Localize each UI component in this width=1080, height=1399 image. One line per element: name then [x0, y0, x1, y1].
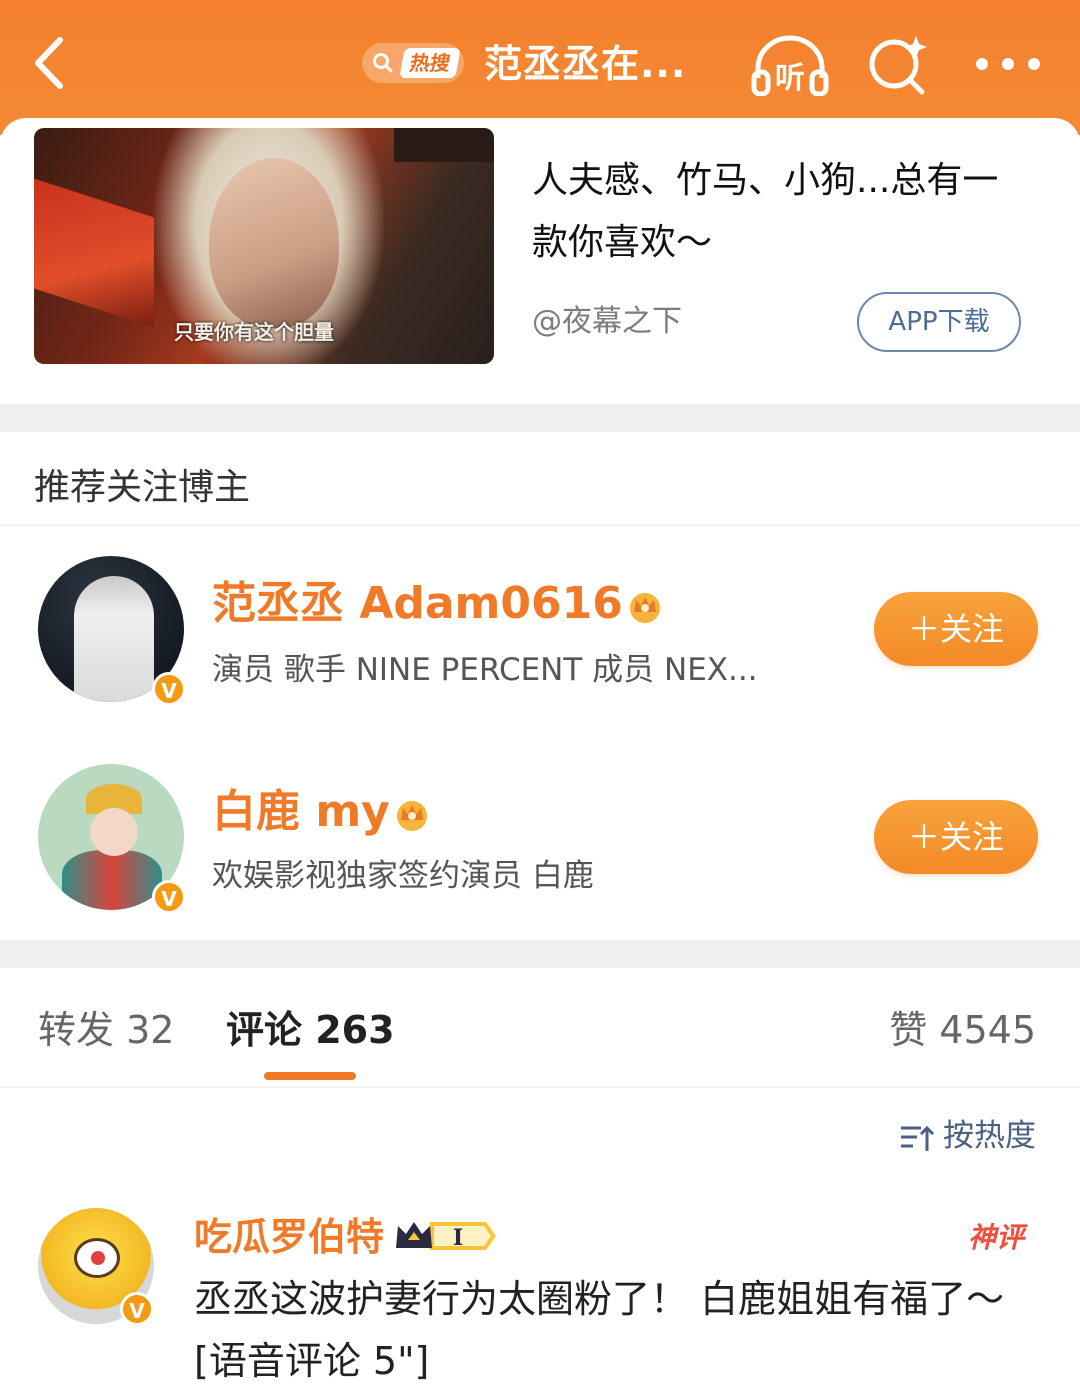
- commenter-name[interactable]: 吃瓜罗伯特: [194, 1212, 384, 1262]
- user-name-text: 白鹿 my: [212, 786, 390, 837]
- user-name[interactable]: 范丞丞 Adam0616: [212, 576, 665, 632]
- featured-comment-tag: 神评: [967, 1221, 1024, 1254]
- user-name-text: 范丞丞 Adam0616: [212, 578, 623, 629]
- crown-icon: [629, 593, 660, 623]
- more-dots-icon: [976, 58, 1040, 70]
- listen-label: 听: [775, 61, 805, 96]
- app-download-button[interactable]: APP下载: [857, 292, 1021, 352]
- sort-label: 按热度: [943, 1118, 1036, 1154]
- tab-comment[interactable]: 评论 263: [226, 1004, 395, 1056]
- search-icon: [373, 53, 393, 73]
- section-divider: [0, 404, 1080, 432]
- search-sparkle-icon: [869, 36, 927, 95]
- verified-badge-icon: V: [120, 1292, 154, 1326]
- user-name[interactable]: 白鹿 my: [212, 784, 432, 840]
- tab-like[interactable]: 赞 4545: [889, 1004, 1036, 1056]
- recommend-section-title: 推荐关注博主: [34, 467, 251, 508]
- sort-icon: [901, 1125, 935, 1151]
- headphones-icon: 听: [751, 35, 829, 97]
- top-navigation-bar: 热搜 范丞丞在... 听: [0, 0, 1080, 135]
- more-button[interactable]: [972, 44, 1044, 84]
- crown-level-icon: I: [396, 1222, 496, 1251]
- section-divider: [0, 940, 1080, 968]
- ad-title[interactable]: 人夫感、竹马、小狗...总有一款你喜欢～: [532, 150, 1032, 274]
- comment-text: 丞丞这波护妻行为太圈粉了！ 白鹿姐姐有福了～ [语音评论 5"]: [194, 1277, 1005, 1383]
- chevron-left-icon: [35, 37, 63, 89]
- user-description: 欢娱影视独家签约演员 白鹿: [212, 858, 594, 894]
- tab-repost[interactable]: 转发 32: [38, 1004, 174, 1056]
- search-button[interactable]: [866, 32, 932, 98]
- ad-card[interactable]: 只要你有这个胆量 人夫感、竹马、小狗...总有一款你喜欢～ @夜幕之下 APP下…: [0, 118, 1080, 406]
- user-description: 演员 歌手 NINE PERCENT 成员 NEX...: [212, 652, 758, 688]
- sort-by-hot-button[interactable]: 按热度: [899, 1114, 1036, 1158]
- follow-button[interactable]: ＋关注: [874, 592, 1038, 666]
- ad-image-caption: 只要你有这个胆量: [174, 320, 334, 344]
- divider: [0, 524, 1080, 526]
- ad-source[interactable]: @夜幕之下: [532, 296, 682, 340]
- verified-badge-icon: V: [152, 672, 186, 706]
- verified-badge-icon: V: [152, 880, 186, 914]
- back-button[interactable]: [22, 28, 82, 98]
- ad-image[interactable]: 只要你有这个胆量: [34, 128, 494, 364]
- divider: [0, 1086, 1080, 1088]
- active-tab-indicator: [264, 1072, 356, 1080]
- crown-icon: [396, 801, 427, 831]
- listen-button[interactable]: 听: [750, 34, 830, 97]
- level-text: I: [453, 1225, 463, 1251]
- hot-search-label: 热搜: [399, 48, 461, 78]
- page-title: 范丞丞在...: [484, 42, 687, 86]
- hot-search-tag[interactable]: 热搜: [362, 43, 464, 83]
- follow-button[interactable]: ＋关注: [874, 800, 1038, 874]
- user-level-badge: I: [394, 1218, 498, 1258]
